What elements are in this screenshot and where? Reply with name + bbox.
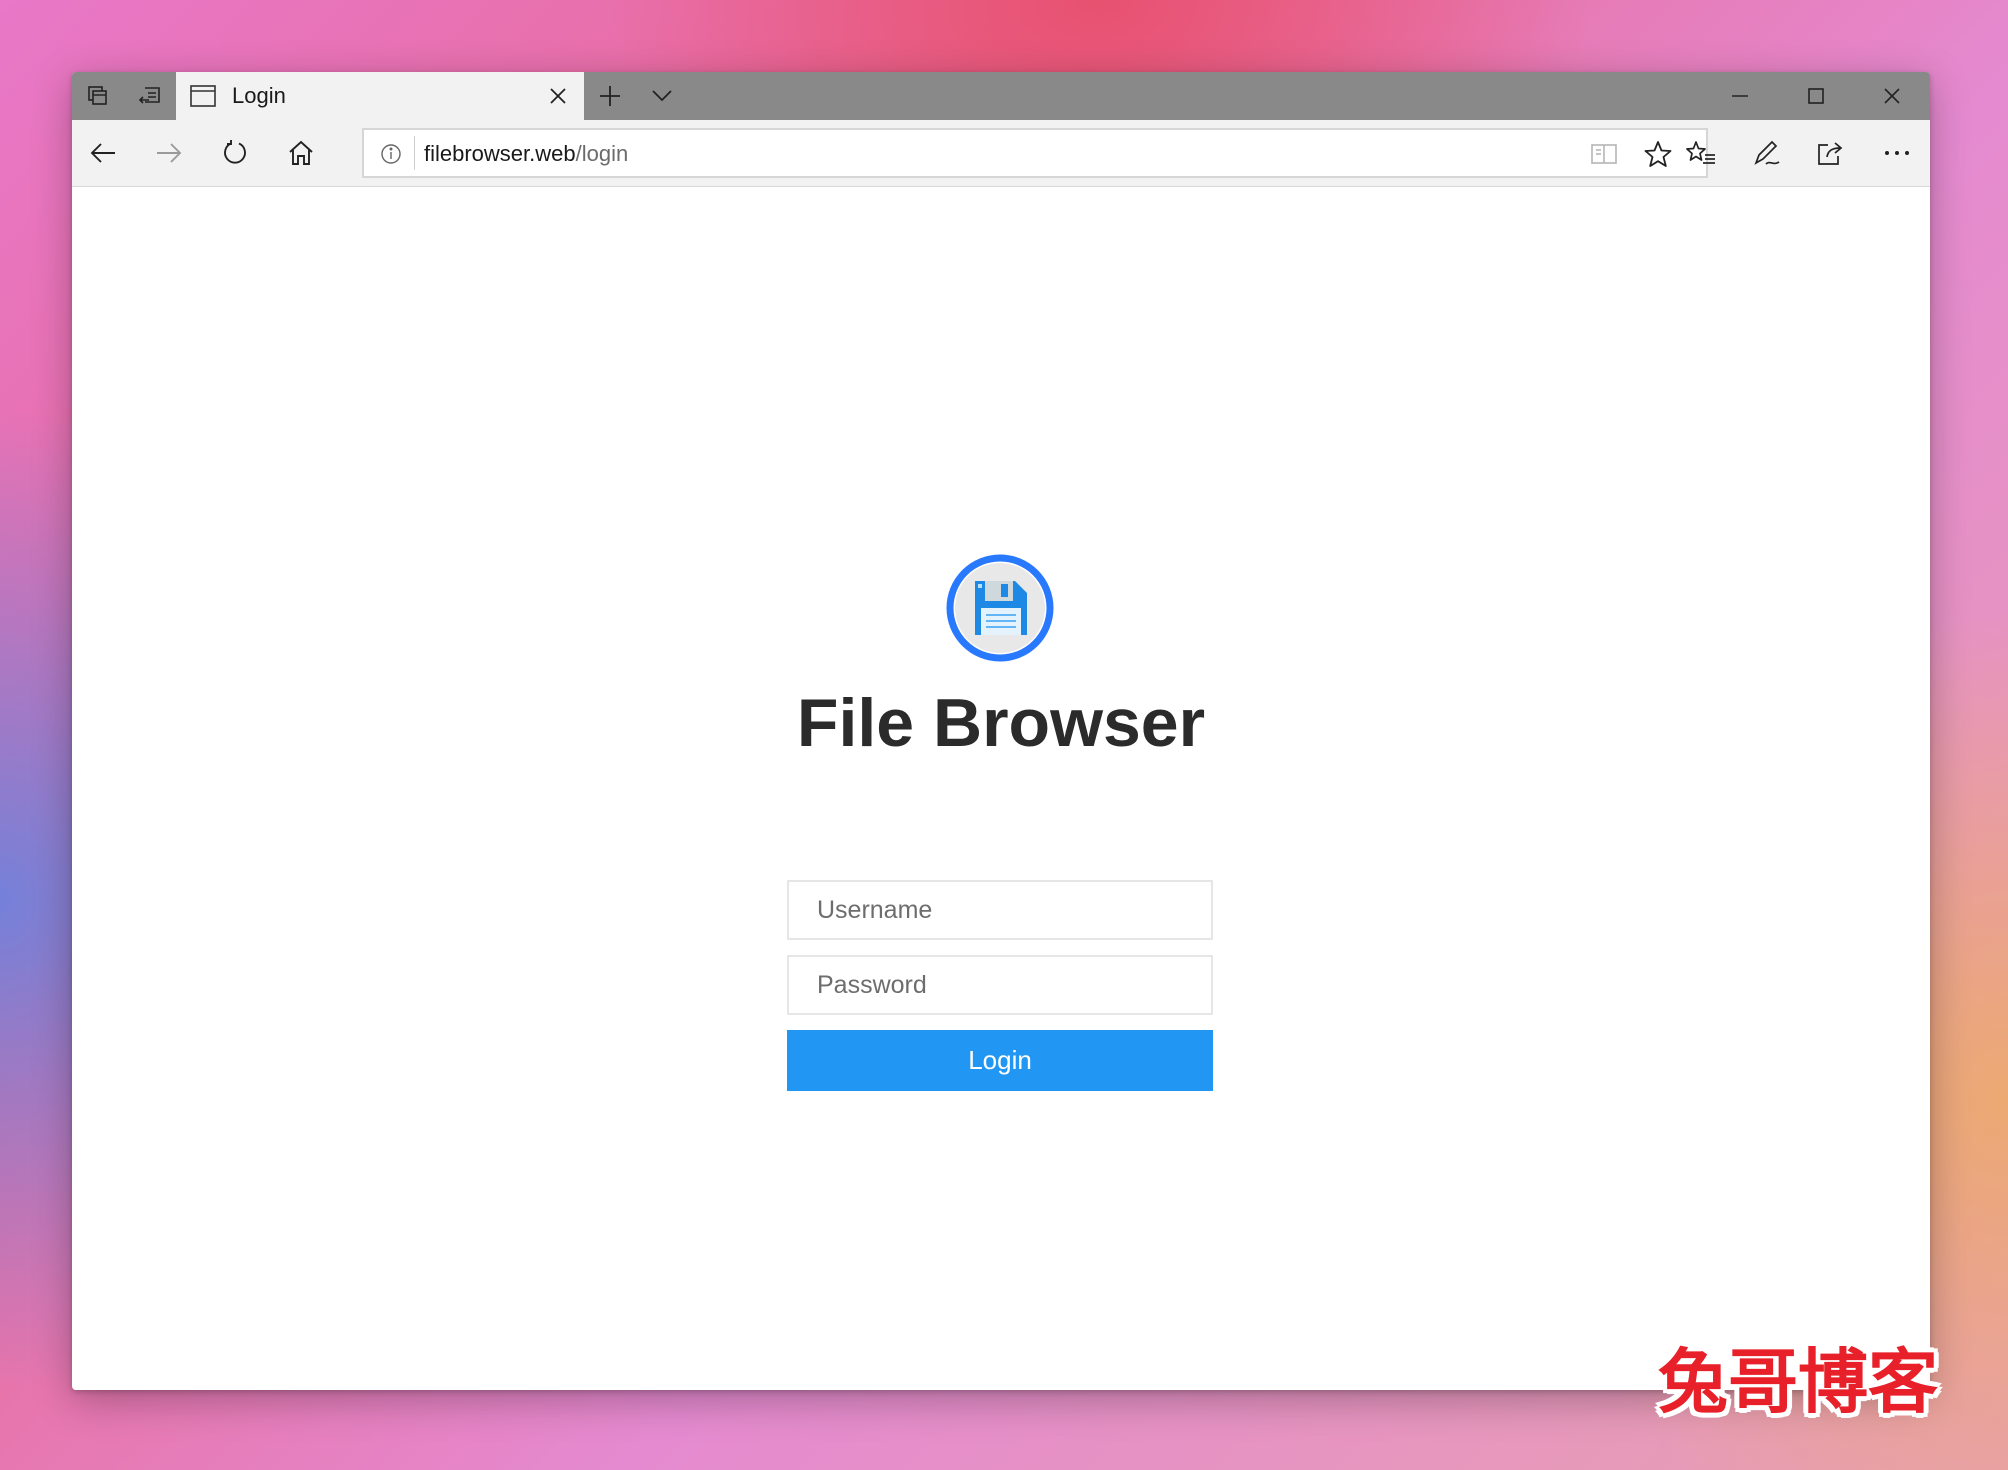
watermark-text: 兔哥博客 <box>1658 1341 1938 1423</box>
browser-window: Login filebrowser.web/login File Browser… <box>72 72 1930 1390</box>
back-arrow-icon[interactable] <box>78 129 128 177</box>
username-input[interactable] <box>787 880 1213 940</box>
restore-tabs-icon[interactable] <box>124 72 176 120</box>
login-button[interactable]: Login <box>787 1030 1213 1091</box>
home-icon[interactable] <box>276 129 326 177</box>
tab-title: Login <box>232 83 286 108</box>
page-content: File Browser Login <box>72 187 1930 1390</box>
page-title: File Browser <box>796 685 1206 761</box>
favorites-list-icon[interactable] <box>1676 129 1726 177</box>
navigation-bar: filebrowser.web/login <box>72 120 1930 187</box>
pen-icon[interactable] <box>1742 129 1792 177</box>
more-icon[interactable] <box>1872 129 1922 177</box>
plus-icon[interactable] <box>584 72 636 120</box>
maximize-icon[interactable] <box>1778 72 1854 120</box>
book-icon[interactable] <box>1584 134 1624 174</box>
share-icon[interactable] <box>1806 129 1856 177</box>
url-path: /login <box>575 141 629 166</box>
info-icon[interactable] <box>374 137 408 171</box>
chevron-down-icon[interactable] <box>636 72 688 120</box>
window-close-icon[interactable] <box>1854 72 1930 120</box>
forward-arrow-icon[interactable] <box>144 129 194 177</box>
tab-login[interactable]: Login <box>176 72 584 120</box>
floppy-disk-icon <box>945 553 1055 663</box>
close-icon[interactable] <box>542 80 574 112</box>
url-text[interactable]: filebrowser.web/login <box>424 141 628 167</box>
address-bar[interactable]: filebrowser.web/login <box>362 128 1708 178</box>
address-divider <box>414 136 415 170</box>
url-domain: filebrowser.web <box>424 141 576 166</box>
minimize-icon[interactable] <box>1702 72 1778 120</box>
window-icon <box>190 83 216 109</box>
password-input[interactable] <box>787 955 1213 1015</box>
refresh-icon[interactable] <box>210 129 260 177</box>
star-icon[interactable] <box>1638 134 1678 174</box>
tabs-aside-icon[interactable] <box>72 72 124 120</box>
tab-bar: Login <box>72 72 1930 120</box>
